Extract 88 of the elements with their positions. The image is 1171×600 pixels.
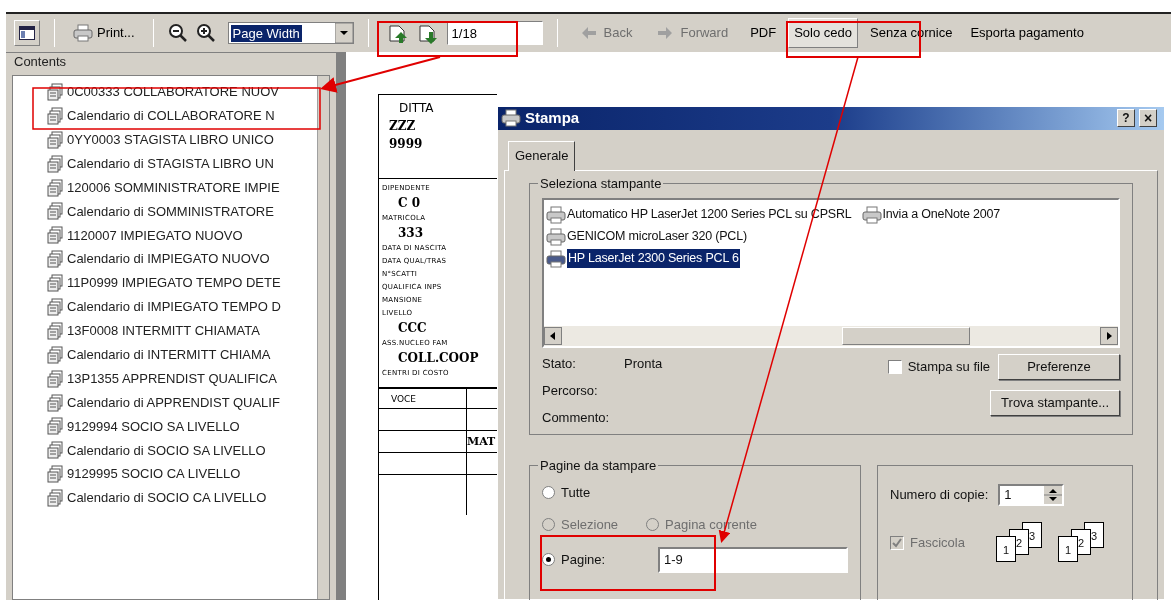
print-button[interactable]: Print... bbox=[69, 19, 139, 47]
scroll-right-icon[interactable] bbox=[1100, 326, 1118, 345]
company-header-text: DITTA bbox=[398, 100, 435, 117]
copies-spinner[interactable]: 1 bbox=[998, 483, 1065, 506]
tree-item[interactable]: 120006 SOMMINISTRATORE IMPIE bbox=[47, 175, 317, 200]
tree-item[interactable]: Calendario di STAGISTA LIBRO UN bbox=[47, 151, 317, 176]
printer-item[interactable]: HP LaserJet 2300 Series PCL 6 bbox=[546, 247, 852, 270]
tree-item[interactable]: 13F0008 INTERMITT CHIAMATA bbox=[47, 318, 317, 343]
tree-item[interactable]: Calendario di SOCIO CA LIVELLO bbox=[47, 486, 317, 511]
tree-item[interactable]: Calendario di APPRENDIST QUALIF bbox=[47, 390, 317, 415]
document-stack-icon bbox=[47, 178, 63, 197]
find-printer-button[interactable]: Trova stampante... bbox=[990, 389, 1120, 416]
toolbar-action-button[interactable]: PDF bbox=[744, 18, 783, 48]
close-button[interactable]: × bbox=[1139, 109, 1157, 128]
document-value: COLL.COOP bbox=[397, 351, 480, 365]
toolbar-action-button[interactable]: Solo cedo bbox=[788, 18, 858, 48]
document-stack-icon bbox=[47, 441, 63, 460]
document-stack-icon bbox=[47, 369, 63, 388]
tree-item[interactable]: Calendario di INTERMITT CHIAMA bbox=[47, 342, 317, 367]
tree-item[interactable]: Calendario di COLLABORATORE N bbox=[47, 103, 317, 128]
dropdown-caret-icon[interactable] bbox=[334, 23, 353, 43]
contents-header: Contents bbox=[13, 53, 68, 71]
radio-button[interactable] bbox=[542, 486, 555, 499]
page-number-field[interactable]: 1/18 bbox=[446, 21, 543, 45]
tree-item[interactable]: 13P1355 APPRENDIST QUALIFICA bbox=[47, 366, 317, 391]
document-stack-icon bbox=[47, 130, 63, 149]
document-stack-icon bbox=[47, 274, 63, 293]
document-stack-icon bbox=[47, 393, 63, 412]
company-header-text: 9999 bbox=[389, 136, 424, 153]
document-stack-icon bbox=[47, 250, 63, 269]
tree-item[interactable]: 0C00333 COLLABORATORE NUOV bbox=[47, 80, 317, 104]
page-range-option[interactable]: Pagine: bbox=[542, 549, 658, 570]
help-button[interactable]: ? bbox=[1117, 109, 1135, 128]
radio-button[interactable] bbox=[542, 553, 555, 566]
document-stack-icon bbox=[47, 82, 63, 101]
company-header-text: ZZZ bbox=[389, 118, 417, 135]
scroll-thumb[interactable] bbox=[842, 326, 970, 345]
print-to-file-checkbox[interactable]: Stampa su file bbox=[887, 356, 990, 377]
table-header-cell: VOCE bbox=[379, 389, 467, 408]
table-cell-text: MAT bbox=[467, 434, 496, 450]
left-arrow-icon bbox=[581, 27, 596, 39]
page-range-option[interactable]: Tutte bbox=[542, 483, 848, 502]
tree-item[interactable]: 9129994 SOCIO SA LIVELLO bbox=[47, 414, 317, 439]
dialog-tab[interactable]: Generale bbox=[508, 140, 576, 171]
document-stack-icon bbox=[47, 297, 63, 316]
document-stack-icon bbox=[47, 417, 63, 436]
printer-icon bbox=[546, 205, 566, 224]
document-stack-icon bbox=[47, 154, 63, 173]
document-stack-icon bbox=[47, 202, 63, 221]
printer-icon bbox=[546, 249, 566, 268]
tree-item[interactable]: 9129995 SOCIO CA LIVELLO bbox=[47, 462, 317, 487]
tree-item[interactable]: 1120007 IMPIEGATO NUOVO bbox=[47, 223, 317, 248]
document-stack-icon bbox=[47, 489, 63, 508]
tree-item[interactable]: 11P0999 IMPIEGATO TEMPO DETE bbox=[47, 271, 317, 295]
info-value: Pronta bbox=[624, 355, 663, 374]
zoom-select[interactable]: Page Width bbox=[227, 22, 354, 44]
document-stack-icon bbox=[47, 345, 63, 364]
printer-item[interactable]: GENICOM microLaser 320 (PCL) bbox=[546, 225, 852, 248]
document-stack-icon bbox=[47, 106, 63, 125]
tree-item[interactable]: Calendario di SOMMINISTRATORE bbox=[47, 199, 317, 224]
scroll-left-icon[interactable] bbox=[544, 326, 562, 345]
tree-item[interactable]: Calendario di SOCIO SA LIVELLO bbox=[47, 438, 317, 463]
document-stack-icon bbox=[47, 465, 63, 484]
printer-icon bbox=[501, 109, 521, 128]
tree-item[interactable]: Calendario di IMPIEGATO NUOVO bbox=[47, 247, 317, 272]
document-value: C 0 bbox=[397, 196, 422, 210]
info-label: Commento: bbox=[542, 409, 611, 428]
info-label: Percorso: bbox=[542, 382, 599, 401]
checkbox[interactable] bbox=[887, 359, 902, 374]
printer-icon bbox=[73, 24, 93, 42]
spinner-arrows-icon[interactable] bbox=[1044, 485, 1063, 504]
info-label: Stato: bbox=[542, 355, 577, 374]
tree-item[interactable]: Calendario di IMPIEGATO TEMPO D bbox=[47, 295, 317, 319]
document-stack-icon bbox=[47, 226, 63, 245]
printer-item[interactable]: Invia a OneNote 2007 bbox=[861, 203, 1001, 226]
printer-icon bbox=[861, 205, 882, 224]
document-value: CCC bbox=[397, 321, 428, 335]
sidebar-toggle-icon[interactable] bbox=[14, 20, 40, 46]
document-stack-icon bbox=[47, 321, 63, 340]
preferences-button[interactable]: Preferenze bbox=[998, 353, 1120, 380]
document-value: 333 bbox=[397, 226, 425, 240]
toolbar-action-button[interactable]: Esporta pagamento bbox=[964, 18, 1090, 48]
right-arrow-icon bbox=[658, 27, 673, 39]
printer-icon bbox=[546, 227, 566, 246]
dialog-title: Stampa bbox=[525, 108, 581, 128]
tree-item[interactable]: 0YY0003 STAGISTA LIBRO UNICO bbox=[47, 127, 317, 152]
copies-label: Numero di copie: bbox=[890, 485, 989, 504]
pages-field[interactable]: 1-9 bbox=[658, 546, 848, 573]
